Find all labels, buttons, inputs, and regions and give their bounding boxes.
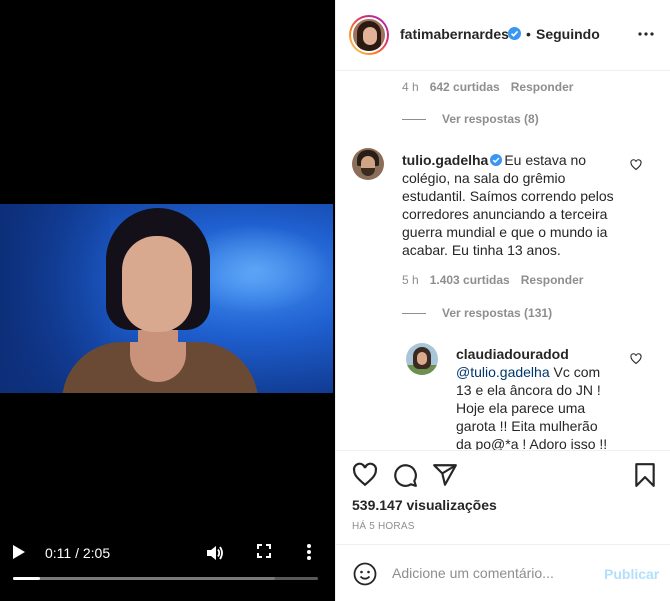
avatar-face [417, 352, 427, 365]
header-separator: • [526, 26, 531, 42]
post-info-panel: fatimabernardes • Seguindo 4 h 642 curtid… [335, 0, 670, 601]
fullscreen-icon [257, 544, 271, 558]
comment-likes[interactable]: 1.403 curtidas [430, 273, 510, 287]
video-progress-fill [13, 577, 40, 580]
video-time: 0:11 / 2:05 [45, 545, 111, 561]
play-button[interactable] [12, 544, 28, 562]
view-replies-label: Ver respostas (8) [442, 112, 539, 126]
comment-time: 4 h [402, 80, 419, 94]
post-options-button[interactable] [638, 26, 654, 44]
volume-button[interactable] [206, 544, 224, 562]
reply-mention[interactable]: @tulio.gadelha [456, 364, 550, 380]
more-vertical-icon [307, 544, 311, 560]
commenter-username[interactable]: tulio.gadelha [402, 152, 488, 168]
reply-body: claudiadouradod @tulio.gadelha Vc com 13… [456, 345, 626, 450]
video-progress-bar[interactable] [13, 577, 318, 580]
heart-icon[interactable] [352, 462, 378, 488]
author-username[interactable]: fatimabernardes [400, 25, 509, 43]
avatar-face [363, 27, 377, 45]
comment-line: acabar. Eu tinha 13 anos. [402, 242, 561, 258]
video-frame[interactable] [0, 204, 333, 393]
comment-line: guerra mundial e que o mundo ia [402, 224, 608, 240]
play-icon [13, 545, 25, 559]
comment-icon[interactable] [392, 462, 418, 488]
view-replies-button[interactable]: Ver respostas (131) [402, 306, 552, 320]
comment-line: colégio, na sala do grêmio [402, 170, 566, 186]
video-controls: 0:11 / 2:05 [0, 535, 335, 575]
comment-time: 5 h [402, 273, 419, 287]
share-icon[interactable] [432, 462, 458, 488]
comment-likes[interactable]: 642 curtidas [430, 80, 500, 94]
more-horizontal-icon [638, 32, 654, 36]
view-replies-label: Ver respostas (131) [442, 306, 553, 320]
replies-divider [402, 119, 426, 121]
reply-button[interactable]: Responder [511, 80, 574, 94]
view-replies-button[interactable]: Ver respostas (8) [402, 112, 539, 126]
post-actions: 539.147 visualizações HÁ 5 HORAS [336, 450, 670, 544]
anchor-face [122, 236, 192, 332]
like-reply-heart-icon[interactable] [630, 353, 642, 365]
comment-meta: 5 h 1.403 curtidas Responder [402, 273, 594, 287]
emoji-icon[interactable] [353, 562, 377, 586]
video-buffer [13, 577, 276, 580]
reply-avatar[interactable] [406, 343, 438, 375]
commenter-avatar[interactable] [352, 148, 384, 180]
volume-icon [207, 546, 223, 560]
comment-input[interactable] [392, 561, 592, 585]
view-count[interactable]: 539.147 visualizações [352, 496, 497, 514]
verified-icon [490, 154, 503, 166]
reply-username[interactable]: claudiadouradod [456, 346, 569, 362]
comment-line: corredores anunciando a terceira [402, 206, 608, 222]
author-avatar[interactable] [349, 15, 389, 55]
author-avatar-image [351, 17, 387, 53]
fullscreen-button[interactable] [257, 544, 273, 560]
reply-line: 13 e ela âncora do JN ! [456, 382, 601, 398]
bookmark-icon[interactable] [632, 462, 658, 488]
post-header: fatimabernardes • Seguindo [336, 0, 670, 71]
reply-line: Hoje ela parece uma [456, 400, 586, 416]
post-comment-button[interactable]: Publicar [604, 565, 659, 583]
post-time[interactable]: HÁ 5 HORAS [352, 521, 415, 533]
avatar-beard [361, 168, 375, 176]
following-button[interactable]: Seguindo [536, 25, 600, 43]
comment-line: Eu estava no [504, 152, 587, 168]
video-player[interactable]: 0:11 / 2:05 [0, 0, 335, 601]
reply-line: da po@*a ! Adoro isso !! [456, 436, 608, 450]
replies-divider [402, 313, 426, 315]
reply-line: Vc com [549, 364, 601, 380]
verified-icon [508, 27, 521, 40]
add-comment-section: Publicar [336, 544, 670, 601]
video-more-button[interactable] [306, 543, 316, 563]
comment-body: tulio.gadelha Eu estava no colégio, na sa… [402, 151, 642, 259]
comments-list[interactable]: 4 h 642 curtidas Responder Ver respostas (… [336, 72, 670, 450]
reply-line: garota !! Eita mulherão [456, 418, 598, 434]
comment-meta: 4 h 642 curtidas Responder [402, 80, 584, 94]
reply-button[interactable]: Responder [521, 273, 584, 287]
like-comment-heart-icon[interactable] [630, 159, 642, 171]
comment-line: estudantil. Saímos correndo pelos [402, 188, 614, 204]
